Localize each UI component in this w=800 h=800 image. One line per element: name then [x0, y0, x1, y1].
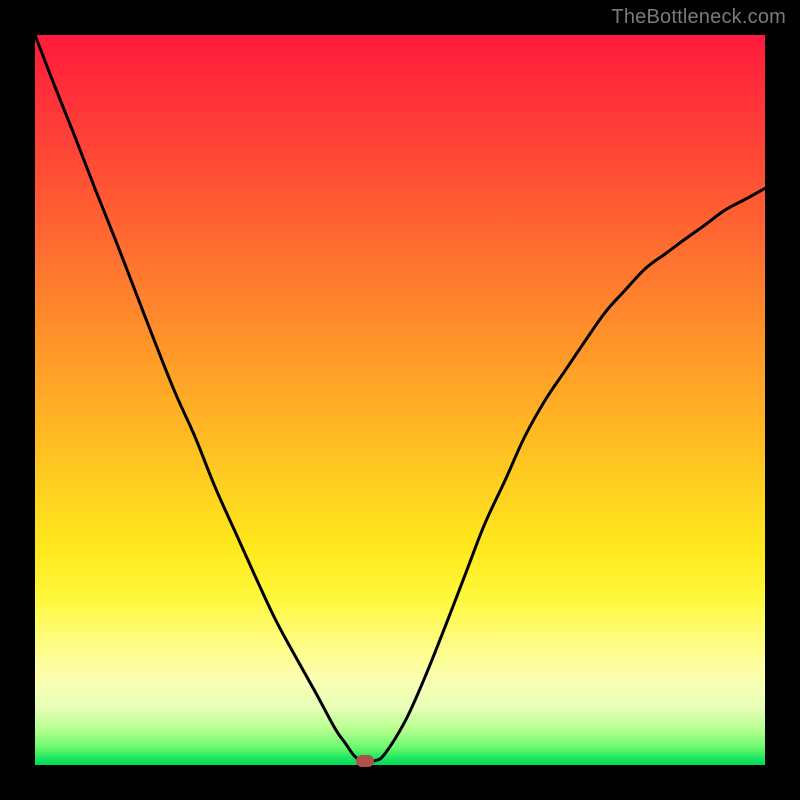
bottleneck-curve: [35, 35, 765, 762]
curve-svg: [35, 35, 765, 765]
watermark-text: TheBottleneck.com: [611, 6, 786, 29]
plot-area: [35, 35, 765, 765]
chart-frame: TheBottleneck.com: [0, 0, 800, 800]
optimal-marker: [356, 755, 374, 767]
